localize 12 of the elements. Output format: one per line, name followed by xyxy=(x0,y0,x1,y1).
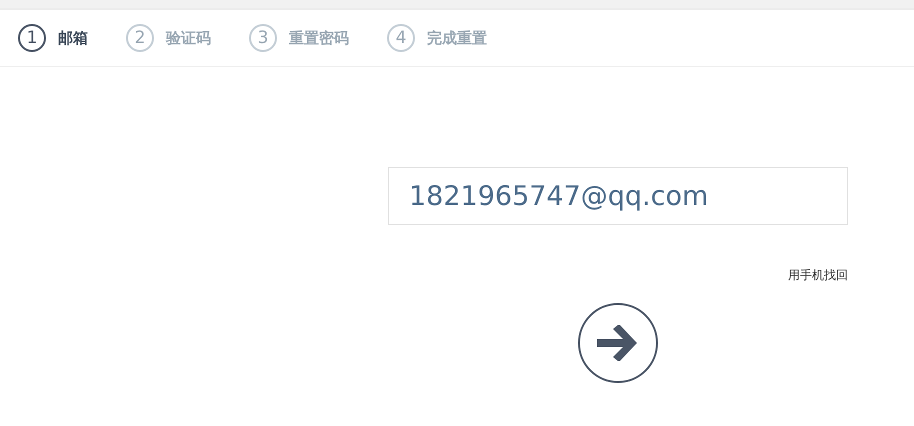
step-tab[interactable]: 1 邮箱 xyxy=(18,24,88,52)
step-label: 验证码 xyxy=(166,28,211,48)
arrow-right-icon xyxy=(597,325,639,361)
step-label: 完成重置 xyxy=(427,28,487,48)
step-label: 邮箱 xyxy=(58,28,88,48)
step-number: 2 xyxy=(126,24,154,52)
step-number: 3 xyxy=(249,24,277,52)
step-number: 1 xyxy=(18,24,46,52)
step-number: 4 xyxy=(387,24,415,52)
email-field[interactable]: 1821965747@qq.com xyxy=(388,167,848,225)
phone-recovery-link[interactable]: 用手机找回 xyxy=(788,267,848,284)
step-label: 重置密码 xyxy=(289,28,349,48)
